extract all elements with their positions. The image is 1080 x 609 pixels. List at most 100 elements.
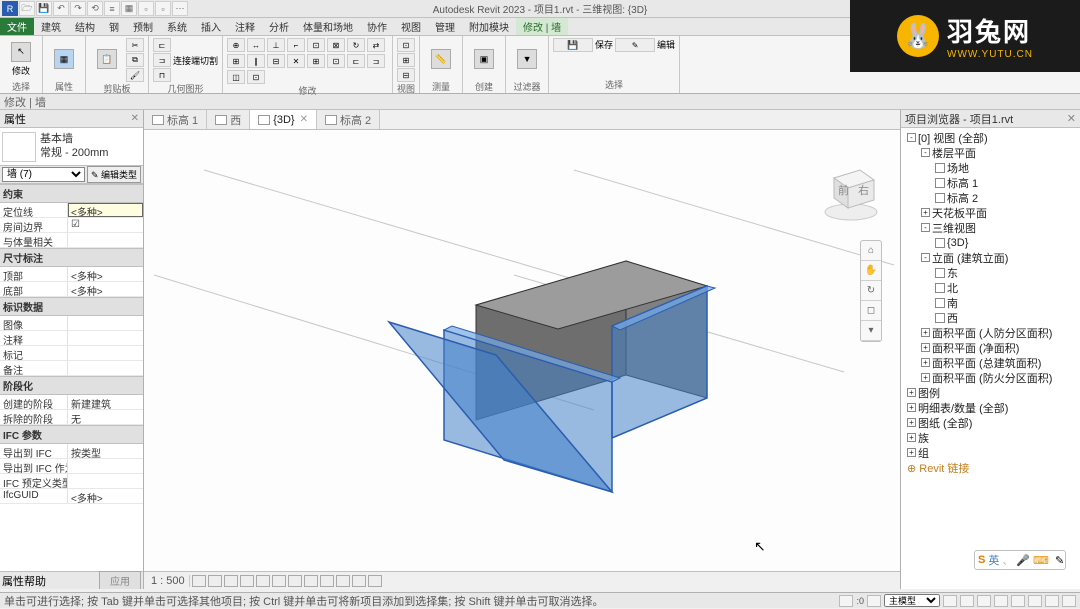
vc-style-icon[interactable] bbox=[208, 575, 222, 587]
tree-checkbox[interactable] bbox=[935, 283, 945, 293]
menu-tab-manage[interactable]: 管理 bbox=[428, 18, 462, 35]
props-row[interactable]: IfcGUID<多种> bbox=[0, 489, 143, 504]
browser-close-icon[interactable]: ✕ bbox=[1067, 112, 1076, 125]
tree-node[interactable]: +图例 bbox=[903, 385, 1078, 400]
tree-node[interactable]: +面积平面 (总建筑面积) bbox=[903, 355, 1078, 370]
menu-tab-analyze[interactable]: 分析 bbox=[262, 18, 296, 35]
nav-pan-icon[interactable]: ✋ bbox=[861, 261, 881, 281]
vc-reveal-icon[interactable] bbox=[336, 575, 350, 587]
tree-checkbox[interactable] bbox=[935, 313, 945, 323]
props-row[interactable]: 图像 bbox=[0, 316, 143, 331]
tree-toggle-icon[interactable]: - bbox=[921, 223, 930, 232]
ribbon-view-2[interactable]: ⊞ bbox=[397, 53, 415, 67]
menu-tab-view[interactable]: 视图 bbox=[394, 18, 428, 35]
ime-lang-toggle[interactable]: 英 bbox=[988, 552, 999, 568]
view-tab[interactable]: 西 bbox=[207, 110, 250, 129]
ribbon-mod-2[interactable]: ↔ bbox=[247, 38, 265, 52]
props-row[interactable]: IFC 预定义类型 bbox=[0, 474, 143, 489]
nav-zoom-icon[interactable]: ◻ bbox=[861, 301, 881, 321]
ribbon-view-1[interactable]: ⊡ bbox=[397, 38, 415, 52]
tree-checkbox[interactable] bbox=[935, 163, 945, 173]
tree-toggle-icon[interactable]: + bbox=[907, 403, 916, 412]
ribbon-mod-5[interactable]: ⊡ bbox=[307, 38, 325, 52]
view-tab[interactable]: 标高 1 bbox=[144, 110, 207, 129]
tree-toggle-icon[interactable]: + bbox=[921, 358, 930, 367]
tree-toggle-icon[interactable]: + bbox=[907, 433, 916, 442]
props-row[interactable]: 注释 bbox=[0, 331, 143, 346]
edit-type-button[interactable]: ✎ 编辑类型 bbox=[87, 166, 141, 183]
props-section-head[interactable]: 标识数据 bbox=[0, 297, 143, 316]
tree-node[interactable]: +族 bbox=[903, 430, 1078, 445]
tree-node[interactable]: +图纸 (全部) bbox=[903, 415, 1078, 430]
tree-node[interactable]: 北 bbox=[903, 280, 1078, 295]
instance-selector[interactable]: 墙 (7) bbox=[2, 167, 85, 182]
tree-checkbox[interactable] bbox=[935, 268, 945, 278]
vc-analytic-icon[interactable] bbox=[352, 575, 366, 587]
ribbon-paste-button[interactable]: 📋 bbox=[90, 38, 124, 80]
props-row[interactable]: 与体量相关 bbox=[0, 233, 143, 248]
ribbon-mod-7[interactable]: ↻ bbox=[347, 38, 365, 52]
vc-temp-icon[interactable] bbox=[320, 575, 334, 587]
ribbon-save-sel[interactable]: 💾 bbox=[553, 38, 593, 52]
ribbon-create-button[interactable]: ▣ bbox=[467, 38, 501, 80]
props-row[interactable]: 房间边界☑ bbox=[0, 218, 143, 233]
ime-mic-icon[interactable]: 🎤 bbox=[1016, 554, 1030, 567]
ribbon-mod-12[interactable]: ✕ bbox=[287, 54, 305, 68]
tree-node[interactable]: {3D} bbox=[903, 235, 1078, 250]
props-section-head[interactable]: 约束 bbox=[0, 184, 143, 203]
ribbon-filter-button[interactable]: ▼ bbox=[510, 38, 544, 80]
viewport-3d[interactable]: ↖ 前 右 ⌂ ✋ ↻ ◻ ▾ 1 : 500 bbox=[144, 130, 900, 589]
properties-close-icon[interactable]: ✕ bbox=[131, 113, 139, 124]
props-section-head[interactable]: IFC 参数 bbox=[0, 425, 143, 444]
nav-home-icon[interactable]: ⌂ bbox=[861, 241, 881, 261]
ribbon-geo-3[interactable]: ⊓ bbox=[153, 68, 171, 82]
status-icon-8[interactable] bbox=[1028, 595, 1042, 607]
status-icon-3[interactable] bbox=[943, 595, 957, 607]
tree-node[interactable]: -楼层平面 bbox=[903, 145, 1078, 160]
props-row[interactable]: 标记 bbox=[0, 346, 143, 361]
ribbon-copy[interactable]: ⧉ bbox=[126, 53, 144, 67]
tree-toggle-icon[interactable]: + bbox=[921, 208, 930, 217]
vc-detail-icon[interactable] bbox=[192, 575, 206, 587]
tree-node[interactable]: +面积平面 (防火分区面积) bbox=[903, 370, 1078, 385]
ribbon-props-button[interactable]: ▦ bbox=[47, 38, 81, 80]
tree-node[interactable]: +面积平面 (净面积) bbox=[903, 340, 1078, 355]
props-row[interactable]: 定位线<多种> bbox=[0, 203, 143, 218]
vc-lock-icon[interactable] bbox=[304, 575, 318, 587]
ribbon-mod-13[interactable]: ⊞ bbox=[307, 54, 325, 68]
ribbon-mod-18[interactable]: ⊡ bbox=[247, 70, 265, 84]
qat-save[interactable]: 💾 bbox=[36, 1, 52, 16]
tree-node[interactable]: -三维视图 bbox=[903, 220, 1078, 235]
props-row[interactable]: 顶部<多种> bbox=[0, 267, 143, 282]
menu-tab-systems[interactable]: 系统 bbox=[160, 18, 194, 35]
type-selector[interactable]: 基本墙 常规 - 200mm bbox=[0, 128, 143, 166]
menu-tab-arch[interactable]: 建筑 bbox=[34, 18, 68, 35]
qat-open[interactable]: 🗁 bbox=[19, 1, 35, 16]
qat-close[interactable]: ▫ bbox=[155, 1, 171, 16]
status-icon-2[interactable] bbox=[867, 595, 881, 607]
vc-sun-icon[interactable] bbox=[224, 575, 238, 587]
qat-more[interactable]: ⋯ bbox=[172, 1, 188, 16]
status-icon-7[interactable] bbox=[1011, 595, 1025, 607]
qat-sync[interactable]: ⟲ bbox=[87, 1, 103, 16]
ribbon-mod-15[interactable]: ⊏ bbox=[347, 54, 365, 68]
view-tab[interactable]: 标高 2 bbox=[317, 110, 380, 129]
tree-toggle-icon[interactable]: + bbox=[921, 373, 930, 382]
ribbon-mod-4[interactable]: ⌐ bbox=[287, 38, 305, 52]
ribbon-mod-8[interactable]: ⇄ bbox=[367, 38, 385, 52]
tree-node[interactable]: -立面 (建筑立面) bbox=[903, 250, 1078, 265]
tree-node[interactable]: -[0] 视图 (全部) bbox=[903, 130, 1078, 145]
ribbon-modify-button[interactable]: ↖修改 bbox=[4, 38, 38, 80]
props-row[interactable]: 底部<多种> bbox=[0, 282, 143, 297]
vc-cropvis-icon[interactable] bbox=[288, 575, 302, 587]
vc-render-icon[interactable] bbox=[256, 575, 270, 587]
status-icon-1[interactable] bbox=[839, 595, 853, 607]
ribbon-mod-10[interactable]: ∥ bbox=[247, 54, 265, 68]
props-section-head[interactable]: 尺寸标注 bbox=[0, 248, 143, 267]
qat-section[interactable]: ▦ bbox=[121, 1, 137, 16]
qat-thinline[interactable]: ▫ bbox=[138, 1, 154, 16]
ribbon-mod-14[interactable]: ⊡ bbox=[327, 54, 345, 68]
tree-node[interactable]: 场地 bbox=[903, 160, 1078, 175]
status-icon-5[interactable] bbox=[977, 595, 991, 607]
ribbon-match[interactable]: 🖌 bbox=[126, 68, 144, 82]
